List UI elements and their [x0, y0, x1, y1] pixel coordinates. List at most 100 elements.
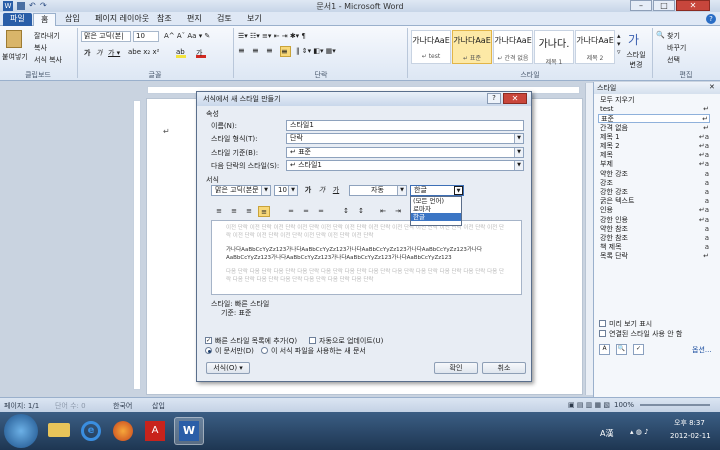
explorer-taskbar-icon[interactable]	[44, 417, 74, 445]
view-buttons[interactable]: ▣ ▤ ▥ ▦ ▧	[568, 401, 610, 409]
style-gallery-item-standard[interactable]: 가나다AaE ↵ 표준	[452, 30, 492, 64]
styles-pane-item[interactable]: 강한 참조 a	[598, 234, 710, 243]
dialog-help-button[interactable]: ?	[487, 93, 501, 104]
script-option-all[interactable]: (모든 언어)	[411, 197, 461, 205]
manage-styles-icon[interactable]: ✓	[633, 344, 644, 355]
word-count[interactable]: 단어 수: 0	[55, 401, 86, 411]
style-gallery-item-heading1[interactable]: 가나다. 제목 1	[534, 30, 574, 66]
space-before-icon[interactable]: ↕	[340, 206, 352, 217]
language-status[interactable]: 한국어	[113, 401, 132, 411]
grow-font-icon[interactable]: A^ Aˇ Aa ▾ ✎	[164, 32, 210, 40]
tab-review[interactable]: 검토	[210, 13, 239, 26]
format-painter-button[interactable]: 서식 복사	[34, 55, 62, 65]
styles-pane-item[interactable]: 책 제목 a	[598, 243, 710, 252]
dialog-align-right-icon[interactable]: ≡	[243, 206, 255, 217]
tab-insert[interactable]: 삽입	[58, 13, 87, 26]
new-style-icon[interactable]: A	[599, 344, 610, 355]
ie-taskbar-icon[interactable]: e	[76, 417, 106, 445]
style-type-select[interactable]: 단락 ▼	[286, 133, 524, 144]
font-name-combo[interactable]: 맑은 고딕(본|	[81, 31, 131, 42]
auto-update-checkbox[interactable]	[309, 337, 316, 344]
find-icon[interactable]: 🔍	[656, 31, 665, 39]
zoom-level[interactable]: 100%	[614, 401, 634, 409]
tab-references[interactable]: 참조	[150, 13, 179, 26]
style-gallery-item-test[interactable]: 가나다AaE ↵ test	[411, 30, 451, 64]
script-select[interactable]: 한글 ▼	[410, 185, 464, 196]
dialog-justify-icon[interactable]: ≡	[258, 206, 270, 217]
next-style-select[interactable]: ↵ 스타일1 ▼	[286, 160, 524, 171]
zoom-slider[interactable]	[640, 404, 710, 406]
select-button[interactable]: 선택	[667, 55, 680, 65]
text-highlight-icon[interactable]: ab	[176, 48, 186, 58]
pane-close-icon[interactable]: ✕	[709, 83, 715, 91]
word-taskbar-icon[interactable]: W	[174, 417, 204, 445]
change-styles-button[interactable]: 스타일 변경	[624, 50, 648, 70]
font-select[interactable]: 맑은 고딕(본문 ▼	[211, 185, 271, 196]
find-button[interactable]: 찾기	[667, 31, 680, 41]
underline-icon[interactable]: 가 ▾	[108, 48, 120, 58]
bold-icon[interactable]: 가	[84, 48, 90, 58]
align-center-icon[interactable]: ≡	[252, 46, 263, 57]
paste-button[interactable]: 붙여넣기	[2, 52, 28, 62]
styles-pane-item[interactable]: 제목 ↵a	[598, 151, 710, 160]
styles-pane-item[interactable]: 표준 ↵	[598, 114, 710, 124]
single-spacing-icon[interactable]: ═	[285, 206, 297, 217]
style-gallery-item-heading2[interactable]: 가나다AaE 제목 2	[575, 30, 615, 64]
styles-pane-item[interactable]: 약한 참조 a	[598, 225, 710, 234]
vertical-ruler[interactable]	[133, 100, 141, 390]
align-right-icon[interactable]: ≡	[266, 46, 277, 57]
styles-pane-item[interactable]: 간격 없음 ↵	[598, 124, 710, 133]
align-left-icon[interactable]: ≡	[238, 46, 249, 57]
styles-pane-item[interactable]: 강조 a	[598, 179, 710, 188]
line-spacing-icon[interactable]: ‖ ⇕▾ ◧▾ ▦▾	[296, 47, 336, 55]
script-option-latin[interactable]: 로마자	[411, 205, 461, 213]
size-select[interactable]: 10 ▼	[274, 185, 298, 196]
tab-mailings[interactable]: 편지	[180, 13, 209, 26]
styles-pane-item[interactable]: 부제 ↵a	[598, 160, 710, 169]
based-on-select[interactable]: ↵ 표준 ▼	[286, 147, 524, 158]
change-styles-icon[interactable]: 가	[628, 31, 639, 48]
dialog-underline-button[interactable]: 가	[330, 185, 342, 196]
styles-pane-item[interactable]: 강한 인용 ↵a	[598, 216, 710, 225]
cut-button[interactable]: 잘라내기	[34, 31, 60, 41]
clock-date[interactable]: 2012-02-11	[670, 432, 711, 440]
styles-pane-item[interactable]: 인용 ↵a	[598, 206, 710, 215]
insert-mode[interactable]: 삽입	[152, 401, 165, 411]
maximize-button[interactable]: □	[653, 0, 675, 11]
decrease-indent-icon[interactable]: ⇤	[377, 206, 389, 217]
start-button[interactable]	[4, 414, 38, 448]
firefox-taskbar-icon[interactable]	[108, 417, 138, 445]
tab-view[interactable]: 보기	[240, 13, 269, 26]
paste-icon[interactable]	[6, 30, 22, 48]
gallery-scroll-icon[interactable]: ▴ ▾ ▿	[617, 32, 621, 56]
styles-pane-item[interactable]: 제목 1 ↵a	[598, 133, 710, 142]
styles-pane-item[interactable]: 강한 강조 a	[598, 188, 710, 197]
only-this-document-radio[interactable]	[205, 347, 212, 354]
tab-file[interactable]: 파일	[3, 13, 32, 26]
script-option-hangul[interactable]: 한글	[411, 213, 461, 221]
options-link[interactable]: 옵션...	[692, 345, 712, 355]
close-button[interactable]: ✕	[676, 0, 710, 11]
ok-button[interactable]: 확인	[434, 362, 478, 374]
tray-icons[interactable]: ▴ ◍ ♪	[630, 428, 649, 436]
color-select[interactable]: 자동 ▼	[349, 185, 407, 196]
name-input[interactable]: 스타일1	[286, 120, 524, 131]
minimize-button[interactable]: –	[630, 0, 652, 11]
bullets-icon[interactable]: ☰▾ ☷▾ ≡▾ ⇤ ⇥ ✱▾ ¶	[238, 32, 306, 40]
font-color-icon[interactable]: 가	[196, 48, 206, 58]
tab-page-layout[interactable]: 페이지 레이아웃	[88, 13, 156, 26]
one-half-spacing-icon[interactable]: ═	[300, 206, 312, 217]
styles-pane-item[interactable]: 약한 강조 a	[598, 170, 710, 179]
quick-style-checkbox[interactable]: ✓	[205, 337, 212, 344]
dialog-align-left-icon[interactable]: ≡	[213, 206, 225, 217]
disable-linked-checkbox[interactable]	[599, 330, 606, 337]
dialog-align-center-icon[interactable]: ≡	[228, 206, 240, 217]
dialog-italic-button[interactable]: 가	[316, 185, 328, 196]
vertical-scrollbar[interactable]	[585, 83, 593, 395]
dialog-bold-button[interactable]: 가	[302, 185, 314, 196]
styles-pane-item[interactable]: 제목 2 ↵a	[598, 142, 710, 151]
styles-pane-item[interactable]: 모두 지우기	[598, 96, 710, 105]
italic-icon[interactable]: 가	[96, 48, 102, 58]
help-icon[interactable]: ?	[706, 14, 716, 24]
format-menu-button[interactable]: 서식(O) ▾	[206, 362, 250, 374]
